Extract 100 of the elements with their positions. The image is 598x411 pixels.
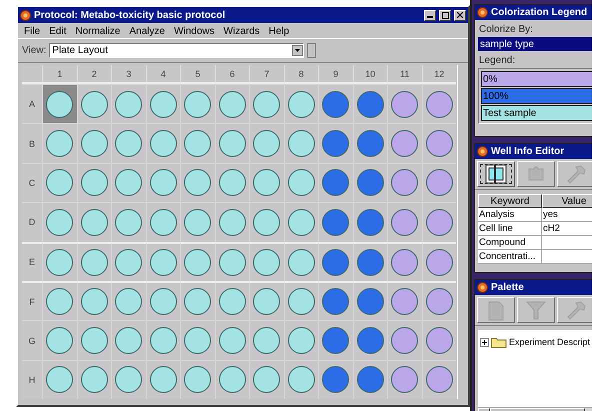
plate-cell[interactable] [180,242,214,281]
plate-cell[interactable] [284,242,318,281]
plate-cell[interactable] [42,280,76,320]
plate-cell[interactable] [284,320,318,360]
plate-cell[interactable] [146,280,180,320]
plate-cell[interactable] [249,123,284,163]
plate-cell[interactable] [76,360,111,400]
plate-cell[interactable] [76,280,111,320]
plate-cell[interactable] [284,162,318,202]
plate-cell[interactable] [214,123,249,163]
plate-cell[interactable] [146,320,180,360]
plate-cell[interactable] [422,84,456,124]
colorize-dropdown[interactable]: sample type [478,37,592,51]
view-dropdown[interactable]: Plate Layout [49,43,304,58]
plate-cell[interactable] [146,84,180,124]
plate-cell[interactable] [42,320,76,360]
plate-cell[interactable] [111,162,146,202]
plate-cell[interactable] [42,202,76,242]
plate-cell[interactable] [214,242,249,281]
plate-cell[interactable] [422,202,456,242]
plate-cell[interactable] [422,360,456,400]
plate-cell[interactable] [352,360,387,400]
plate-cell[interactable] [284,360,318,400]
plate-cell[interactable] [42,360,76,400]
plate-cell[interactable] [422,242,456,281]
tree-item[interactable]: Experiment Descript [509,337,590,347]
plate-cell[interactable] [422,320,456,360]
plate-cell[interactable] [387,320,422,360]
plate-cell[interactable] [214,320,249,360]
plate-cell[interactable] [76,242,111,281]
plate-cell[interactable] [318,123,352,163]
plate-cell[interactable] [214,84,249,124]
plate-cell[interactable] [318,162,352,202]
plate-cell[interactable] [318,84,352,124]
plate-cell[interactable] [76,123,111,163]
plate-cell[interactable] [318,280,352,320]
menu-item[interactable]: Edit [49,26,66,35]
plate-cell[interactable] [387,280,422,320]
plate-cell[interactable] [387,360,422,400]
plate-cell[interactable] [146,123,180,163]
plate-cell[interactable] [111,242,146,281]
plate-cell[interactable] [111,123,146,163]
menu-item[interactable]: Wizards [224,26,260,35]
plate-cell[interactable] [76,84,111,124]
menu-item[interactable]: Analyze [129,26,165,35]
menu-item[interactable]: Windows [174,26,215,35]
close-button[interactable] [454,10,466,20]
plate-cell[interactable] [352,162,387,202]
plate-cell[interactable] [180,320,214,360]
menu-item[interactable]: Help [268,26,290,35]
plate-cell[interactable] [352,202,387,242]
plate-cell[interactable] [249,360,284,400]
plate-cell[interactable] [318,360,352,400]
plate-cell[interactable] [387,242,422,281]
plate-cell[interactable] [180,280,214,320]
maximize-button[interactable] [439,10,451,20]
plate-cell[interactable] [249,280,284,320]
plate-cell[interactable] [318,202,352,242]
plate-cell[interactable] [146,360,180,400]
plate-cell[interactable] [284,123,318,163]
plate-cell[interactable] [214,202,249,242]
plate-cell[interactable] [214,162,249,202]
plate-cell[interactable] [422,162,456,202]
plate-cell[interactable] [180,162,214,202]
plate-cell[interactable] [249,84,284,124]
plate-cell[interactable] [387,162,422,202]
plate-cell[interactable] [42,242,76,281]
plate-cell[interactable] [352,242,387,281]
plate-cell[interactable] [111,280,146,320]
plate-cell[interactable] [42,123,76,163]
plate-cell[interactable] [352,123,387,163]
plate-cell[interactable] [284,84,318,124]
plate-cell[interactable] [42,162,76,202]
plate-cell[interactable] [214,360,249,400]
plate-cell[interactable] [146,202,180,242]
plate-cell[interactable] [352,280,387,320]
plate-cell[interactable] [180,123,214,163]
plate-cell[interactable] [249,162,284,202]
plate-cell[interactable] [180,360,214,400]
plate-cell[interactable] [180,202,214,242]
minimize-button[interactable] [424,10,436,20]
plate-cell[interactable] [387,202,422,242]
plate-cell[interactable] [180,84,214,124]
plate-cell[interactable] [352,84,387,124]
plate-cell[interactable] [214,280,249,320]
plate-cell[interactable] [111,360,146,400]
plate-cell[interactable] [249,320,284,360]
plate-cell[interactable] [76,202,111,242]
plate-cell[interactable] [76,320,111,360]
plate-cell[interactable] [318,242,352,281]
plate-cell[interactable] [387,123,422,163]
plate-cell[interactable] [284,202,318,242]
expand-icon[interactable] [480,338,489,346]
plate-cell[interactable] [249,202,284,242]
plate-cell[interactable] [284,280,318,320]
menu-item[interactable]: Normalize [75,26,120,35]
plate-cell[interactable] [111,320,146,360]
plate-cell[interactable] [111,84,146,124]
plate-cell[interactable] [352,320,387,360]
table-header[interactable]: Keyword [478,194,542,208]
